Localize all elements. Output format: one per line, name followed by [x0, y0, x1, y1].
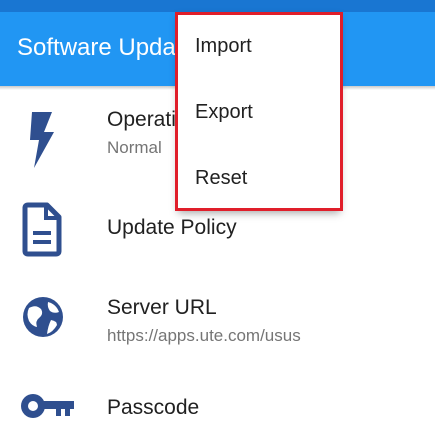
- menu-item-import[interactable]: Import: [178, 17, 340, 77]
- setting-passcode[interactable]: Passcode: [0, 362, 435, 447]
- setting-server-url[interactable]: Server URL https://apps.ute.com/usus: [0, 272, 435, 362]
- app-bar-title: Software Update: [17, 34, 196, 61]
- menu-item-label: Import: [195, 35, 252, 57]
- overflow-menu: Import Export Reset: [175, 12, 343, 211]
- menu-item-reset[interactable]: Reset: [178, 149, 340, 209]
- setting-subtitle: Normal: [107, 138, 162, 157]
- globe-icon: [23, 297, 63, 337]
- status-bar: [0, 0, 435, 12]
- menu-item-label: Reset: [195, 167, 248, 189]
- menu-item-export[interactable]: Export: [178, 83, 340, 143]
- document-icon: [22, 202, 62, 257]
- key-icon: [21, 394, 74, 418]
- setting-title: Server URL: [107, 296, 217, 319]
- menu-item-label: Export: [195, 101, 253, 123]
- setting-subtitle: https://apps.ute.com/usus: [107, 326, 301, 345]
- flash-icon: [30, 112, 54, 168]
- setting-title: Update Policy: [107, 216, 237, 239]
- setting-title: Passcode: [107, 396, 200, 419]
